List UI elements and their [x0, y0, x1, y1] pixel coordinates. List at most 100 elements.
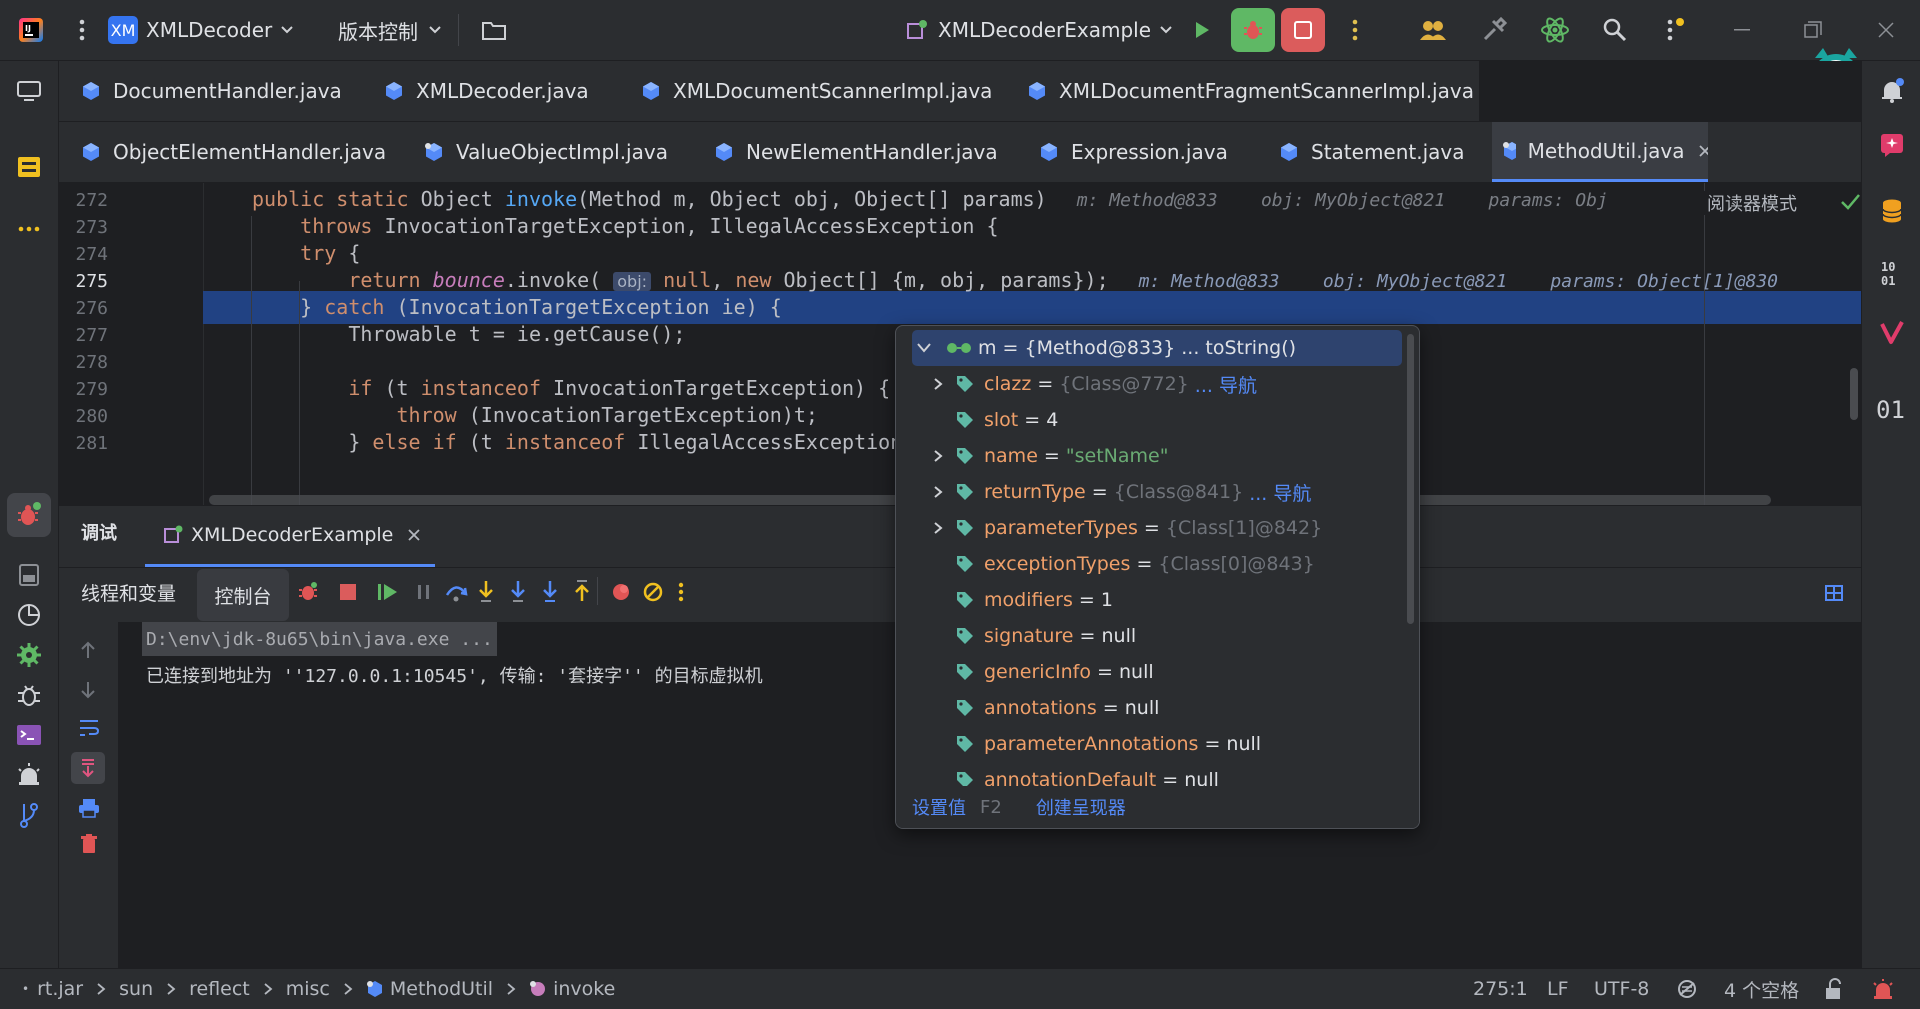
vue-check-icon[interactable]	[1862, 311, 1920, 355]
binary-icon[interactable]: 10 01	[1862, 251, 1920, 295]
breadcrumb-item[interactable]: rt.jar	[37, 978, 83, 1000]
reader-mode-toggle[interactable]: 阅读器模式	[1699, 191, 1805, 215]
main-menu-icon[interactable]	[72, 0, 92, 60]
tab-xmldocumentfragmentscannerimpl[interactable]: XMLDocumentFragmentScannerImpl.java	[1027, 61, 1474, 121]
tab-xmldocumentscannerimpl[interactable]: XMLDocumentScannerImpl.java	[641, 61, 992, 121]
line-number[interactable]: 280	[59, 406, 108, 427]
field-node[interactable]: slot = 4	[932, 402, 1058, 438]
line-number[interactable]: 274	[59, 244, 108, 265]
bug-icon[interactable]	[0, 673, 58, 717]
file-encoding[interactable]: UTF-8	[1594, 969, 1649, 1009]
ai-chat-icon[interactable]	[1862, 123, 1920, 167]
field-node[interactable]: name = "setName"	[932, 438, 1168, 474]
structure-icon[interactable]	[0, 145, 58, 189]
down-arrow-icon[interactable]	[79, 680, 97, 700]
line-number[interactable]: 275	[59, 271, 108, 292]
chevron-right-icon[interactable]	[932, 521, 944, 535]
soft-wrap-icon[interactable]	[78, 718, 100, 738]
caret-position[interactable]: 275:1	[1473, 969, 1528, 1009]
more-tools-icon[interactable]	[0, 207, 58, 251]
terminal-icon[interactable]	[0, 713, 58, 757]
tab-expression[interactable]: Expression.java	[1039, 122, 1228, 182]
line-number[interactable]: 281	[59, 433, 108, 454]
field-node[interactable]: parameterTypes = {Class[1]@842}	[932, 510, 1322, 546]
field-node[interactable]: modifiers = 1	[932, 582, 1113, 618]
chevron-right-icon[interactable]	[932, 377, 944, 391]
line-number[interactable]: 278	[59, 352, 108, 373]
binary-viewer-icon[interactable]: 01	[1862, 387, 1920, 431]
stop-icon[interactable]	[339, 583, 357, 601]
project-view-icon[interactable]	[0, 69, 58, 113]
vertical-scrollbar[interactable]	[1850, 368, 1858, 420]
settings-dots-icon[interactable]	[1660, 0, 1690, 60]
build-tools-icon[interactable]	[1479, 0, 1509, 60]
set-value-link[interactable]: 设置值	[912, 794, 966, 820]
view-breakpoints-icon[interactable]	[610, 581, 632, 603]
scroll-to-end-icon[interactable]	[71, 752, 105, 784]
close-icon[interactable]	[1873, 0, 1899, 60]
close-icon[interactable]	[1698, 144, 1708, 158]
root-node[interactable]: m = {Method@833} ... toString()	[916, 330, 1296, 366]
up-arrow-icon[interactable]	[79, 640, 97, 660]
tab-newelementhandler[interactable]: NewElementHandler.java	[714, 122, 998, 182]
search-icon[interactable]	[1600, 0, 1630, 60]
pause-icon[interactable]	[415, 583, 433, 601]
navigate-link[interactable]: ... 导航	[1243, 479, 1311, 506]
trash-icon[interactable]	[80, 834, 98, 854]
run-config-selector[interactable]: XMLDecoderExample	[906, 0, 1173, 60]
resume-icon[interactable]	[377, 582, 399, 602]
field-node[interactable]: parameterAnnotations = null	[932, 726, 1261, 762]
smart-step-into-icon[interactable]	[539, 579, 561, 603]
print-icon[interactable]	[78, 798, 100, 818]
chevron-right-icon[interactable]	[932, 485, 944, 499]
run-icon[interactable]	[1188, 0, 1216, 60]
alarm-icon[interactable]	[1872, 969, 1894, 1009]
step-out-icon[interactable]	[571, 579, 593, 603]
field-node[interactable]: clazz = {Class@772} ... 导航	[932, 366, 1257, 402]
chevron-right-icon[interactable]	[932, 449, 944, 463]
indent-settings[interactable]: 4 个空格	[1724, 969, 1799, 1009]
breadcrumb-item[interactable]: MethodUtil	[390, 978, 493, 1000]
notifications-alarm-icon[interactable]	[0, 753, 58, 797]
mute-breakpoints-icon[interactable]	[642, 581, 664, 603]
variable-inspect-popup[interactable]: m = {Method@833} ... toString() clazz = …	[895, 325, 1420, 829]
line-separator[interactable]: LF	[1547, 969, 1569, 1009]
field-node[interactable]: annotations = null	[932, 690, 1159, 726]
debug-tool-icon[interactable]	[0, 493, 58, 537]
breadcrumb-item[interactable]: reflect	[189, 978, 250, 1000]
database-icon[interactable]	[1862, 189, 1920, 233]
gear-icon[interactable]	[0, 633, 58, 677]
tab-threads-variables[interactable]: 线程和变量	[81, 579, 176, 606]
more-options-icon[interactable]	[678, 581, 684, 603]
close-icon[interactable]	[407, 528, 421, 542]
tab-console[interactable]: 控制台	[197, 569, 289, 621]
tab-xmldecoder[interactable]: XMLDecoder.java	[384, 61, 589, 121]
debug-running-button[interactable]	[1231, 0, 1275, 60]
tab-statement[interactable]: Statement.java	[1279, 122, 1465, 182]
no-inspection-icon[interactable]	[1676, 969, 1698, 1009]
field-node[interactable]: signature = null	[932, 618, 1136, 654]
line-number[interactable]: 279	[59, 379, 108, 400]
tab-objectelementhandler[interactable]: ObjectElementHandler.java	[81, 122, 386, 182]
tab-debug-session[interactable]: XMLDecoderExample	[145, 505, 435, 567]
breadcrumb-item[interactable]: invoke	[553, 978, 615, 1000]
project-selector[interactable]: XM XMLDecoder	[108, 0, 294, 60]
line-number[interactable]: 272	[59, 190, 108, 211]
minimize-icon[interactable]	[1730, 0, 1756, 60]
line-number[interactable]: 277	[59, 325, 108, 346]
stop-button[interactable]	[1281, 0, 1325, 60]
step-over-icon[interactable]	[444, 581, 468, 603]
field-node[interactable]: returnType = {Class@841} ... 导航	[932, 474, 1311, 510]
field-node[interactable]: exceptionTypes = {Class[0]@843}	[932, 546, 1315, 582]
services-icon[interactable]	[0, 553, 58, 597]
create-renderer-link[interactable]: 创建呈现器	[1036, 794, 1126, 820]
breadcrumb-item[interactable]: sun	[119, 978, 153, 1000]
tab-valueobjectimpl[interactable]: ValueObjectImpl.java	[424, 122, 668, 182]
layout-settings-icon[interactable]	[1825, 585, 1843, 601]
folder-icon[interactable]	[480, 0, 508, 60]
code-with-me-icon[interactable]	[1418, 0, 1448, 60]
app-logo-icon[interactable]: IJ	[14, 0, 48, 60]
tab-documenthandler[interactable]: DocumentHandler.java	[81, 61, 342, 121]
notifications-icon[interactable]	[1862, 69, 1920, 113]
field-node[interactable]: genericInfo = null	[932, 654, 1154, 690]
